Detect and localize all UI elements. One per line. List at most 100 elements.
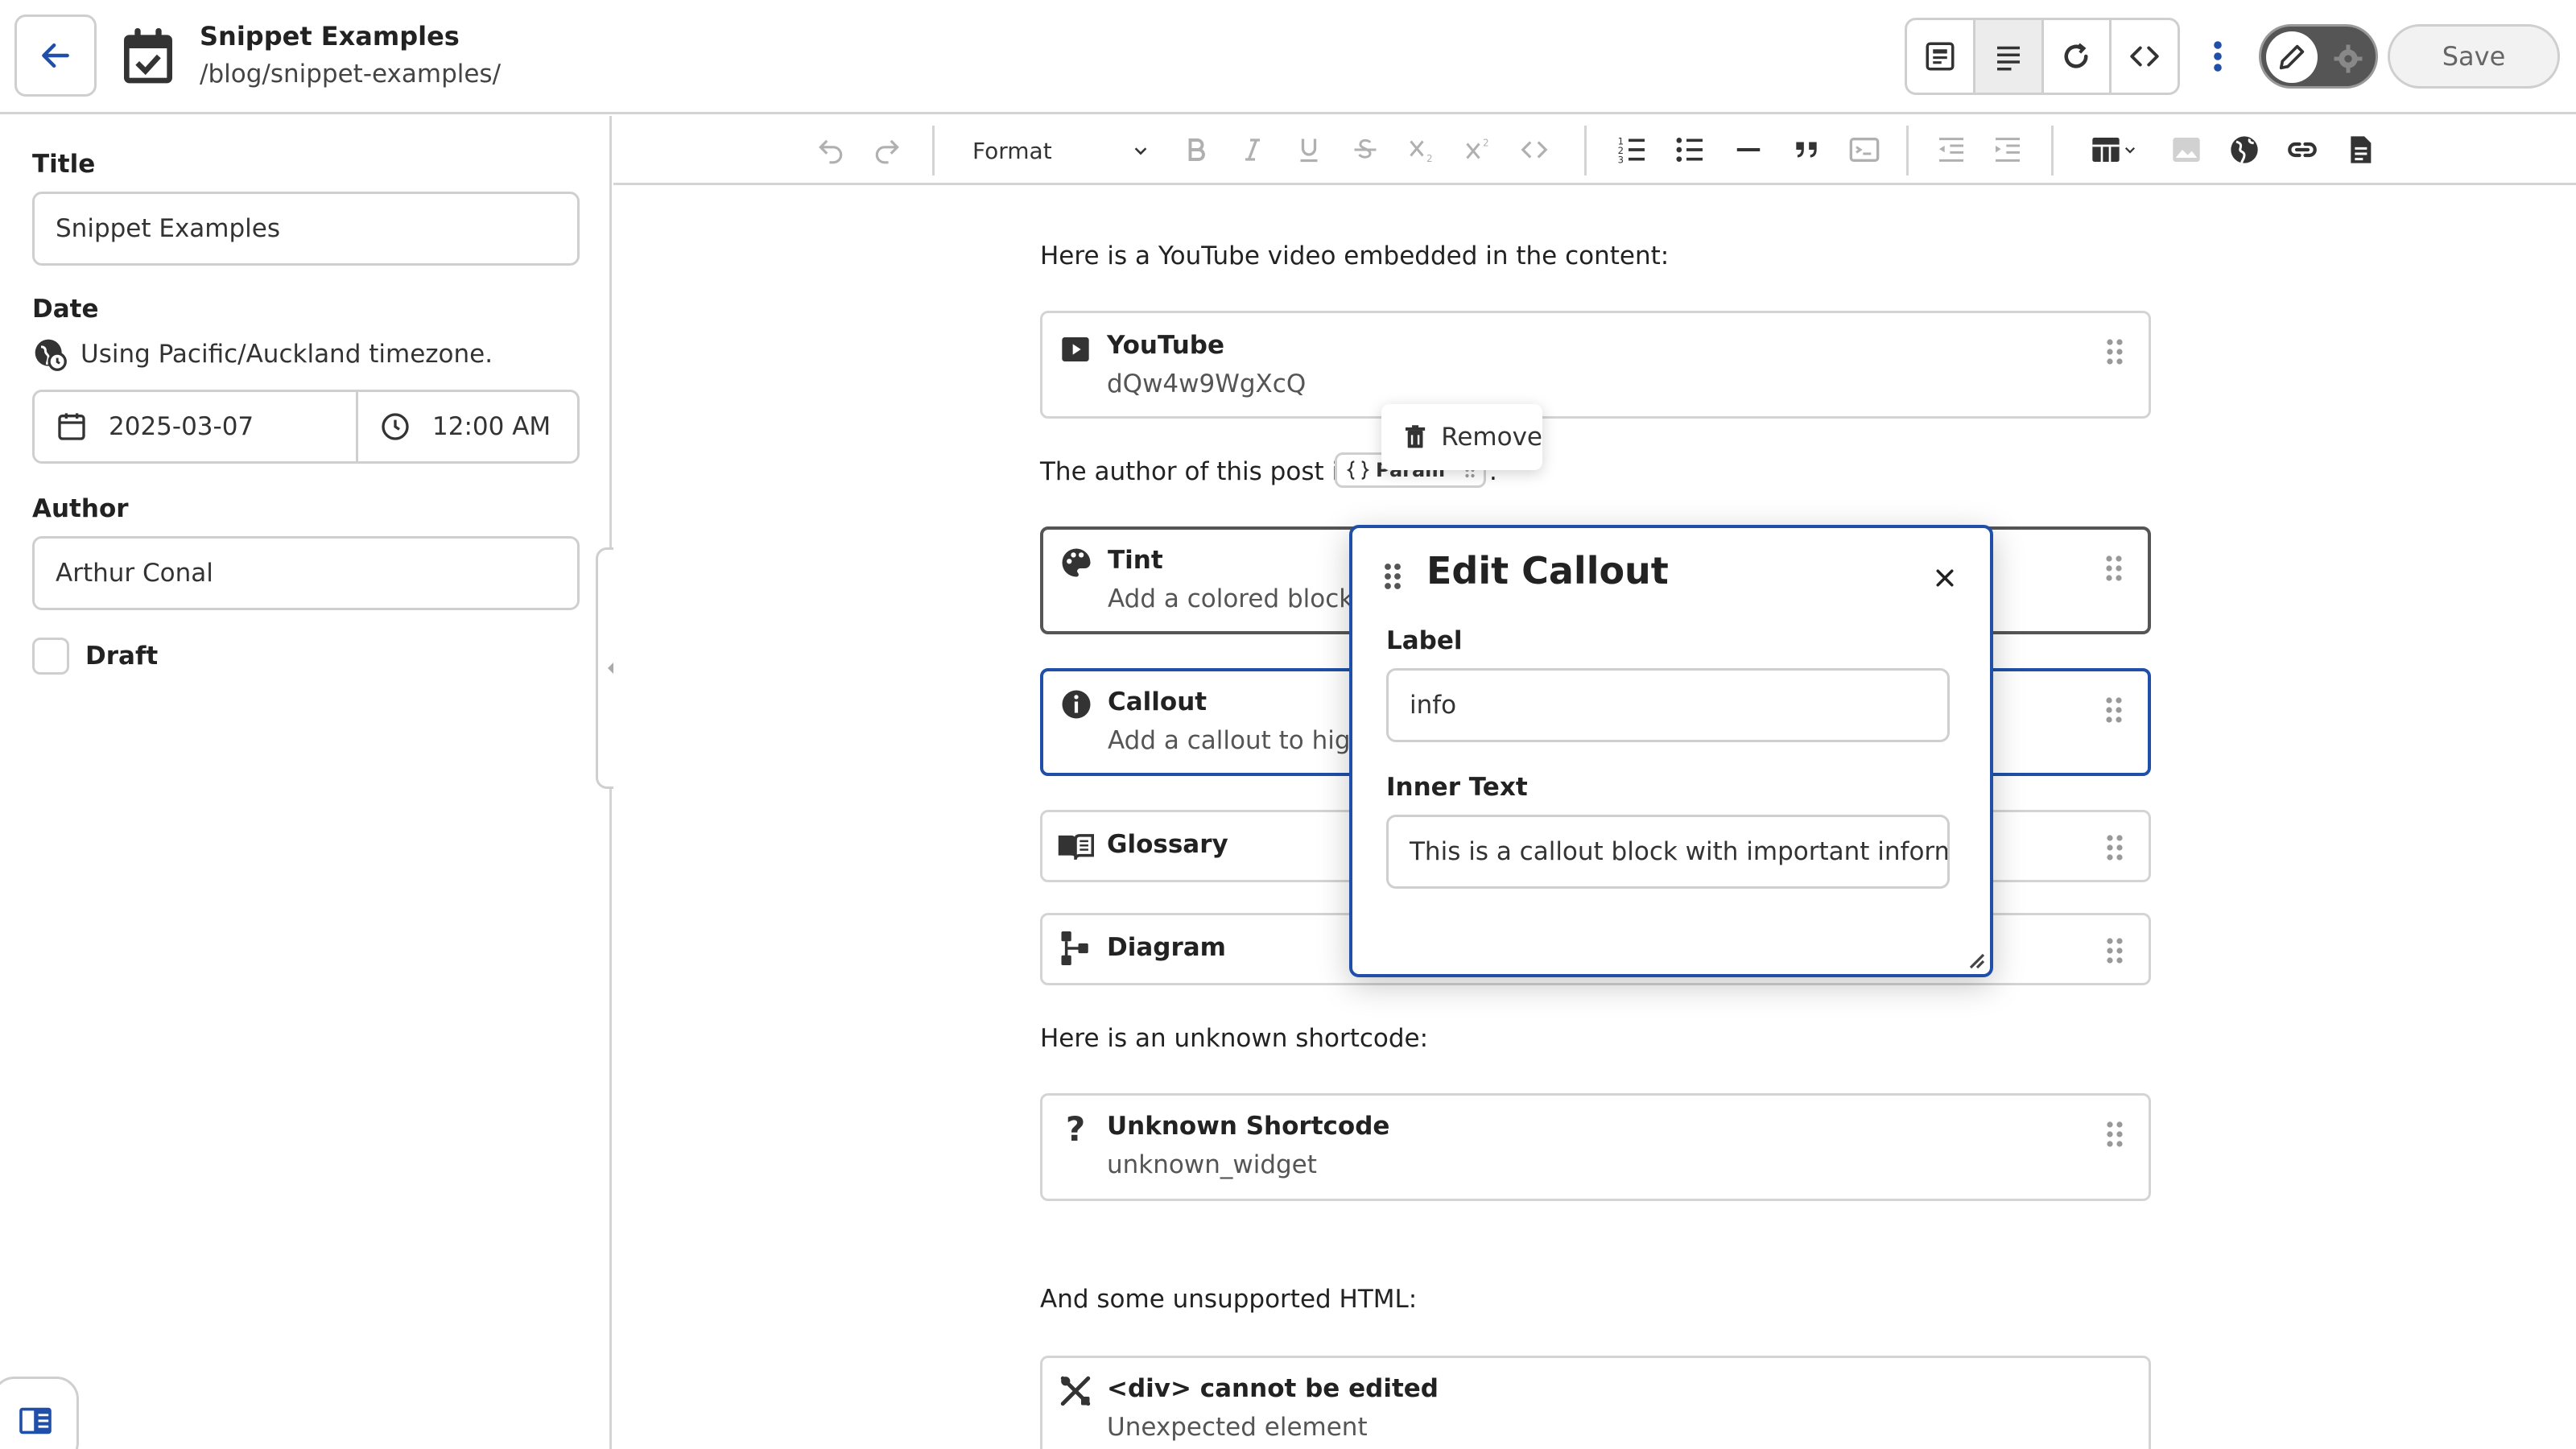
title-input[interactable]: Snippet Examples <box>32 192 580 266</box>
save-button[interactable]: Save <box>2388 24 2560 89</box>
label-field-label: Label <box>1386 626 1463 655</box>
youtube-block[interactable]: YouTube dQw4w9WgXcQ <box>1040 311 2151 419</box>
horizontal-rule-icon <box>1736 147 1761 152</box>
superscript-icon: 2 <box>1466 138 1489 159</box>
more-options-button[interactable] <box>2201 29 2235 84</box>
time-value: 12:00 AM <box>432 412 551 441</box>
label-input[interactable]: info <box>1386 668 1950 742</box>
document-icon <box>2351 136 2372 163</box>
toolbar-divider <box>1584 126 1587 175</box>
arrow-left-icon <box>42 43 69 68</box>
unknown-block-title: Unknown Shortcode <box>1107 1112 1390 1141</box>
editor-toolbar: Format 2 2 123 <box>613 116 2576 185</box>
link-button[interactable] <box>2283 130 2322 169</box>
trash-icon <box>1406 425 1426 448</box>
blockquote-button[interactable] <box>1787 130 1826 169</box>
paragraph-html-intro[interactable]: And some unsupported HTML: <box>1040 1285 1417 1314</box>
drag-handle-icon[interactable] <box>2104 554 2124 583</box>
sidebar-toggle-button[interactable] <box>0 1377 79 1449</box>
svg-text:2: 2 <box>1483 138 1489 149</box>
callout-block-title: Callout <box>1108 687 1208 716</box>
subscript-icon: 2 <box>1410 140 1433 164</box>
table-button[interactable] <box>2080 130 2146 169</box>
draft-label: Draft <box>85 642 159 671</box>
inner-text-input[interactable]: This is a callout block with important i… <box>1386 815 1950 889</box>
time-input[interactable]: 12:00 AM <box>358 392 551 461</box>
ordered-list-button[interactable]: 123 <box>1613 130 1652 169</box>
edit-mode-toggle[interactable] <box>2259 24 2378 89</box>
inline-code-button[interactable] <box>1515 130 1554 169</box>
unknown-shortcode-block[interactable]: ? Unknown Shortcode unknown_widget <box>1040 1093 2151 1201</box>
close-dialog-button[interactable] <box>1926 559 1964 597</box>
snippet-button[interactable] <box>2341 130 2380 169</box>
drag-handle-icon[interactable] <box>2105 936 2124 965</box>
diagram-block-title: Diagram <box>1107 933 1226 962</box>
view-richtext-button[interactable] <box>1975 20 2044 93</box>
drag-handle-icon[interactable] <box>1383 562 1402 591</box>
timezone-note: Using Pacific/Auckland timezone. <box>32 336 493 372</box>
toolbar-divider <box>2051 126 2054 175</box>
superscript-button[interactable]: 2 <box>1459 130 1497 169</box>
back-button[interactable] <box>14 14 97 97</box>
strikethrough-button[interactable] <box>1346 130 1385 169</box>
toolbar-divider <box>932 126 935 175</box>
link-icon <box>2288 142 2317 158</box>
calendar-check-icon <box>116 23 180 90</box>
tools-crossed-icon <box>1057 1373 1094 1410</box>
embed-button[interactable] <box>2225 130 2264 169</box>
code-block-icon <box>1849 138 1880 162</box>
indent-button[interactable] <box>1988 130 2027 169</box>
globe-clock-icon <box>35 339 67 371</box>
author-input[interactable]: Arthur Conal <box>32 536 580 610</box>
format-select-label: Format <box>972 137 1052 164</box>
checkbox-box[interactable] <box>32 638 69 675</box>
date-label: Date <box>32 295 99 324</box>
unsupported-html-block[interactable]: <div> cannot be edited Unexpected elemen… <box>1040 1356 2151 1449</box>
underline-button[interactable] <box>1290 130 1328 169</box>
table-icon <box>2092 138 2120 162</box>
view-form-button[interactable] <box>1907 20 1975 93</box>
timezone-text: Using Pacific/Auckland timezone. <box>80 340 493 369</box>
redo-button[interactable] <box>868 130 906 169</box>
chevron-down-icon <box>2124 147 2136 154</box>
image-icon <box>2173 138 2200 162</box>
draft-checkbox[interactable]: Draft <box>32 638 158 675</box>
strikethrough-icon <box>1354 138 1377 159</box>
format-select[interactable]: Format <box>961 127 1158 174</box>
paragraph-author[interactable]: The author of this post is <box>1040 457 1352 486</box>
close-icon <box>1936 569 1954 587</box>
drag-handle-icon[interactable] <box>2105 337 2124 366</box>
undo-button[interactable] <box>811 130 850 169</box>
drag-handle-icon[interactable] <box>2105 833 2124 862</box>
paragraph-youtube-intro[interactable]: Here is a YouTube video embedded in the … <box>1040 242 1669 270</box>
code-icon <box>1521 141 1548 159</box>
kebab-menu-icon <box>2214 41 2222 72</box>
paragraph-unknown-intro[interactable]: Here is an unknown shortcode: <box>1040 1024 1428 1053</box>
html-block-subtitle: Unexpected element <box>1107 1413 1368 1442</box>
resize-grip-icon[interactable] <box>1966 950 1985 969</box>
image-button[interactable] <box>2167 130 2206 169</box>
underline-icon <box>1300 138 1318 163</box>
date-input[interactable]: 2025-03-07 <box>35 392 358 461</box>
bullet-list-button[interactable] <box>1671 130 1710 169</box>
glossary-block-title: Glossary <box>1107 830 1228 859</box>
svg-text:3: 3 <box>1618 155 1624 166</box>
bold-button[interactable] <box>1177 130 1216 169</box>
remove-block-button[interactable]: Remove <box>1381 404 1542 470</box>
italic-button[interactable] <box>1233 130 1272 169</box>
italic-icon <box>1245 138 1260 161</box>
horizontal-rule-button[interactable] <box>1729 130 1768 169</box>
properties-sidebar: Title Snippet Examples Date Using Pacifi… <box>0 116 612 1449</box>
title-label: Title <box>32 150 96 179</box>
code-block-button[interactable] <box>1845 130 1884 169</box>
outdent-button[interactable] <box>1932 130 1971 169</box>
drag-handle-icon[interactable] <box>2104 696 2124 724</box>
chevron-down-icon <box>1134 147 1147 155</box>
view-source-button[interactable] <box>2112 20 2178 93</box>
drag-handle-icon[interactable] <box>2105 1120 2124 1149</box>
subscript-button[interactable]: 2 <box>1402 130 1441 169</box>
view-preview-button[interactable] <box>2044 20 2112 93</box>
unknown-block-name: unknown_widget <box>1107 1150 1317 1179</box>
globe-icon <box>2231 136 2258 163</box>
author-label: Author <box>32 494 129 523</box>
